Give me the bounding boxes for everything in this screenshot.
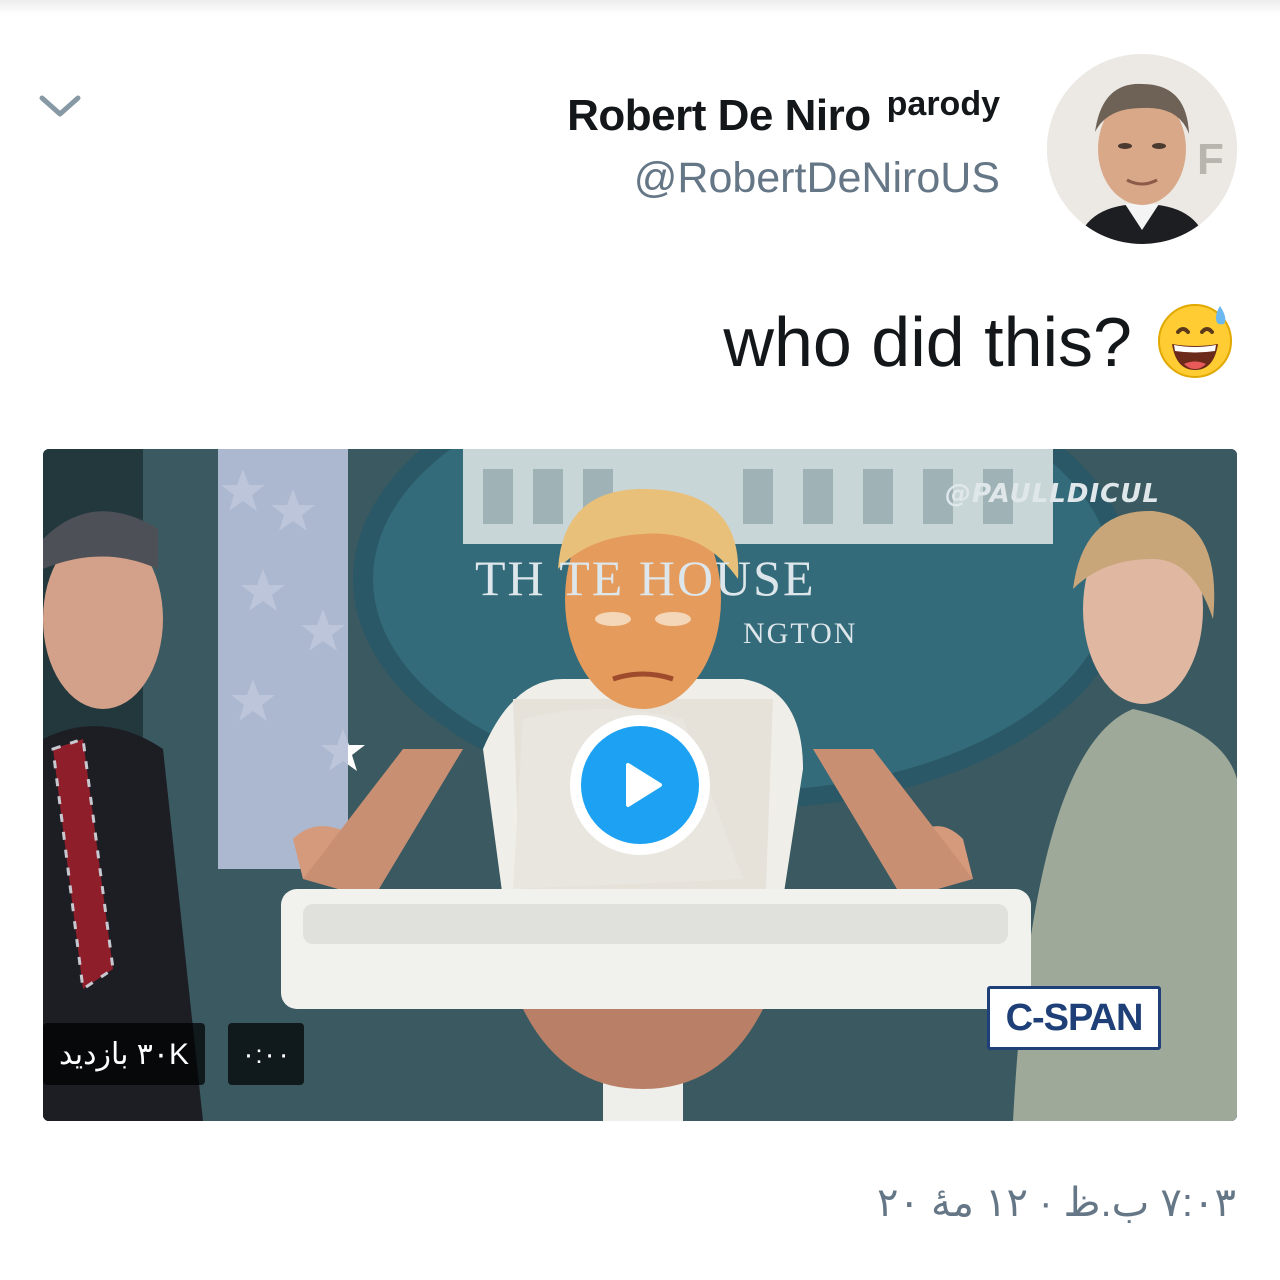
broadcaster-logo: C-SPAN [987,986,1161,1050]
svg-text:F: F [1197,135,1224,184]
tweet-text: who did this? [723,298,1236,385]
tweet-timestamp: ۷:۰۳ ب.ظ · ۱۲ مهٔ ۲۰ [876,1181,1236,1225]
top-divider [0,0,1280,14]
grinning-sweat-emoji-icon [1154,298,1236,385]
chevron-down-icon[interactable] [38,92,82,122]
video-watermark: @PAULLDICUL [945,479,1160,509]
avatar[interactable]: F [1047,54,1237,244]
name-suffix: parody [886,85,1000,123]
play-button[interactable] [570,715,710,855]
tweet-header: Robert De Niro parody @RobertDeNiroUS [567,80,1000,203]
video-player[interactable]: @PAULLDICUL TH TE HOUSE NGTON C-SPAN ۳۰K… [43,449,1237,1121]
name-row: Robert De Niro parody [567,80,1000,152]
video-duration-badge: ۰:۰۰ [228,1023,304,1085]
tweet-body: who did this? [723,302,1132,381]
user-handle[interactable]: @RobertDeNiroUS [567,154,1000,203]
press-room-sign-line-1: TH TE HOUSE [475,550,816,606]
view-count-badge: ۳۰K بازدید [43,1023,206,1085]
display-name[interactable]: Robert De Niro [567,80,871,152]
press-room-sign-line-2: NGTON [743,617,858,650]
play-icon [581,726,699,844]
